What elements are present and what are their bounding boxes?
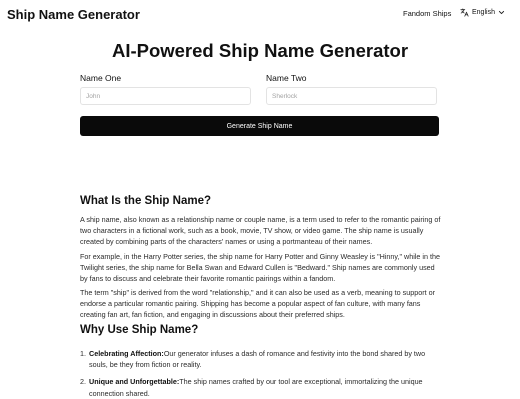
page-title: AI-Powered Ship Name Generator [111, 40, 409, 61]
list-item: 2. Unique and Unforgettable:The ship nam… [80, 376, 442, 398]
what-paragraph-2: For example, in the Harry Potter series,… [80, 252, 440, 284]
chevron-down-icon [498, 9, 505, 16]
list-item: 1. Celebrating Affection:Our generator i… [80, 348, 442, 370]
list-item-number: 1. [80, 349, 86, 358]
list-item-title: Unique and Unforgettable: [89, 377, 180, 387]
top-navigation-bar: Ship Name Generator Fandom Ships English [0, 0, 520, 28]
generate-ship-name-button[interactable]: Generate Ship Name [80, 116, 439, 136]
name-one-input[interactable] [80, 87, 251, 105]
language-selector[interactable]: English [460, 8, 505, 17]
list-item-title: Celebrating Affection: [89, 349, 164, 358]
why-list: 1. Celebrating Affection:Our generator i… [80, 348, 442, 399]
list-item-number: 2. [80, 377, 86, 387]
what-paragraph-3: The term "ship" is derived from the word… [80, 288, 435, 320]
why-use-ship-name-heading: Why Use Ship Name? [80, 324, 199, 336]
name-two-label: Name Two [266, 73, 307, 83]
name-one-label: Name One [80, 73, 122, 83]
brand-logo-text[interactable]: Ship Name Generator [7, 7, 140, 22]
name-two-input[interactable] [266, 87, 437, 105]
translate-icon [460, 8, 469, 17]
fandom-ships-link[interactable]: Fandom Ships [403, 9, 451, 18]
language-label: English [472, 9, 495, 16]
what-is-ship-name-heading: What Is the Ship Name? [80, 195, 211, 207]
what-paragraph-1: A ship name, also known as a relationshi… [80, 215, 441, 247]
